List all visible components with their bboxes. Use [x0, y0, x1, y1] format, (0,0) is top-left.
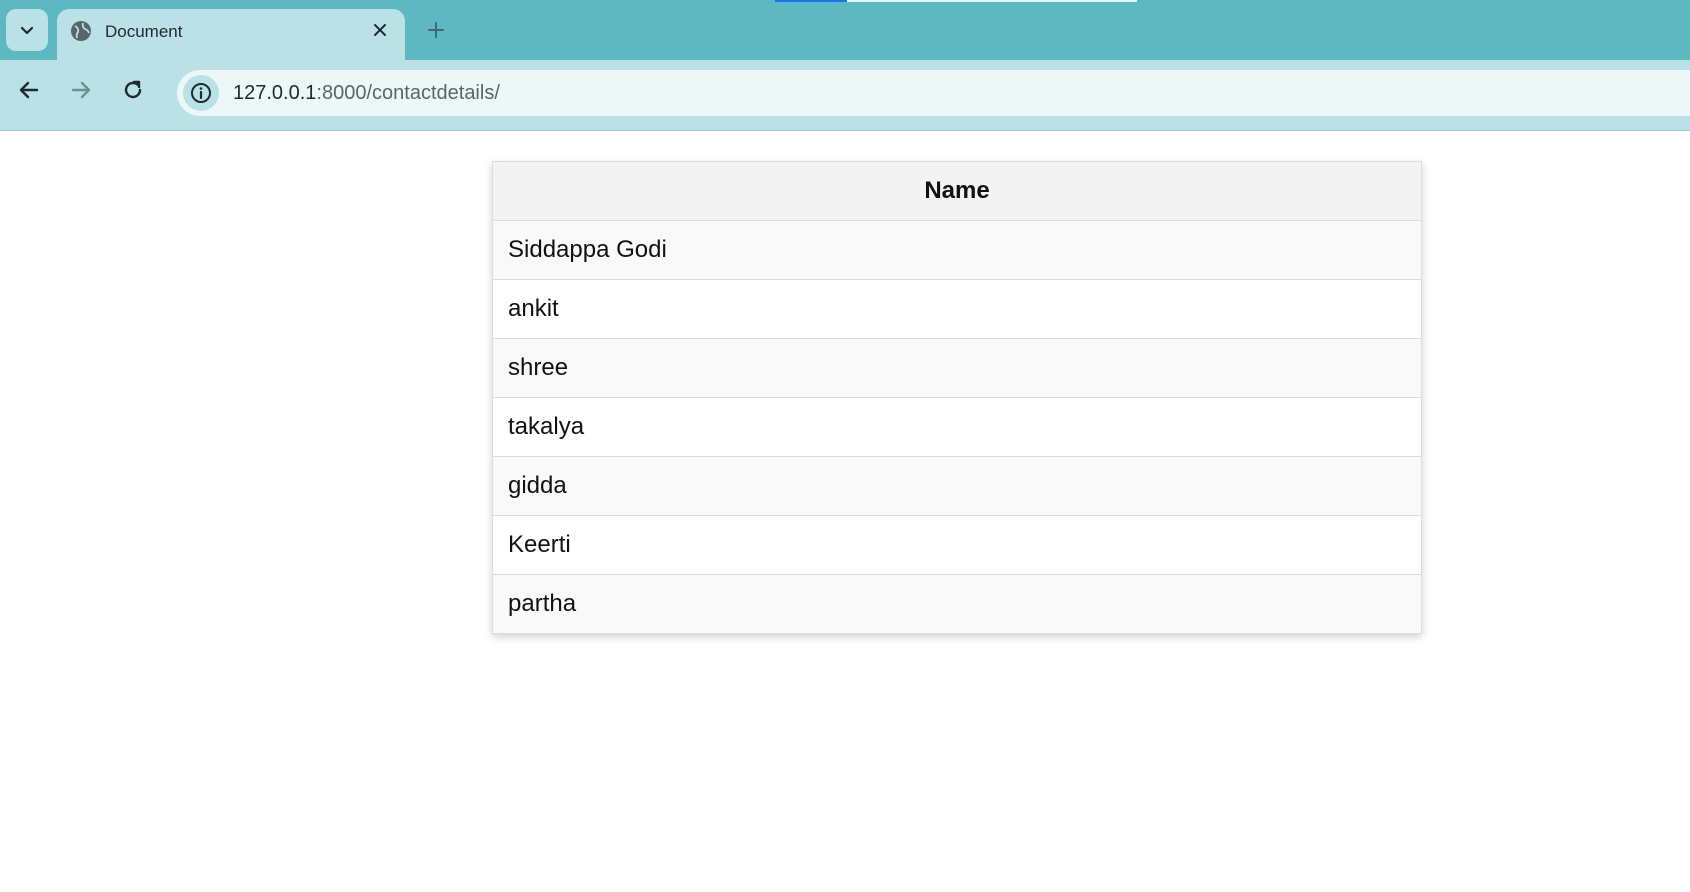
table-row: Siddappa Godi	[492, 220, 1422, 280]
table-header-row: Name	[492, 161, 1422, 221]
forward-button[interactable]	[64, 73, 98, 107]
table-cell-name: Siddappa Godi	[492, 220, 1422, 280]
table-cell-name: shree	[492, 338, 1422, 398]
contact-table: Name Siddappa Godi ankit shree takalya g…	[492, 161, 1422, 634]
table-row: ankit	[492, 279, 1422, 339]
back-button[interactable]	[12, 73, 46, 107]
plus-icon	[428, 22, 444, 38]
tab-title: Document	[105, 22, 183, 41]
close-icon	[374, 24, 386, 36]
loading-progress-track	[847, 0, 1137, 2]
arrow-left-icon	[19, 81, 39, 99]
loading-progress-active	[775, 0, 847, 2]
arrow-right-icon	[71, 81, 91, 99]
reload-button[interactable]	[116, 73, 150, 107]
tab-document[interactable]: Document	[57, 9, 405, 60]
table-row: partha	[492, 574, 1422, 634]
table-cell-name: partha	[492, 574, 1422, 634]
tab-strip: Document	[0, 0, 1690, 60]
browser-chrome: Document 127.0.0.1:8000/contactdetails/	[0, 0, 1690, 131]
reload-icon	[124, 80, 142, 99]
table-cell-name: ankit	[492, 279, 1422, 339]
table-row: Keerti	[492, 515, 1422, 575]
navigation-toolbar: 127.0.0.1:8000/contactdetails/	[0, 60, 1690, 131]
column-header-name: Name	[492, 161, 1422, 221]
table-cell-name: takalya	[492, 397, 1422, 457]
url-text[interactable]: 127.0.0.1:8000/contactdetails/	[233, 82, 500, 105]
chevron-down-icon	[20, 26, 34, 35]
table-cell-name: gidda	[492, 456, 1422, 516]
address-bar[interactable]: 127.0.0.1:8000/contactdetails/	[177, 70, 1690, 116]
info-icon	[191, 83, 211, 103]
url-path: :8000/contactdetails/	[316, 82, 500, 104]
table-row: shree	[492, 338, 1422, 398]
tab-search-button[interactable]	[6, 9, 48, 51]
table-row: gidda	[492, 456, 1422, 516]
site-info-button[interactable]	[183, 75, 219, 111]
new-tab-button[interactable]	[422, 16, 450, 44]
close-tab-button[interactable]	[369, 19, 391, 41]
url-host: 127.0.0.1	[233, 82, 317, 104]
table-row: takalya	[492, 397, 1422, 457]
table-cell-name: Keerti	[492, 515, 1422, 575]
page-content: Name Siddappa Godi ankit shree takalya g…	[0, 131, 1690, 892]
globe-icon	[71, 21, 91, 41]
